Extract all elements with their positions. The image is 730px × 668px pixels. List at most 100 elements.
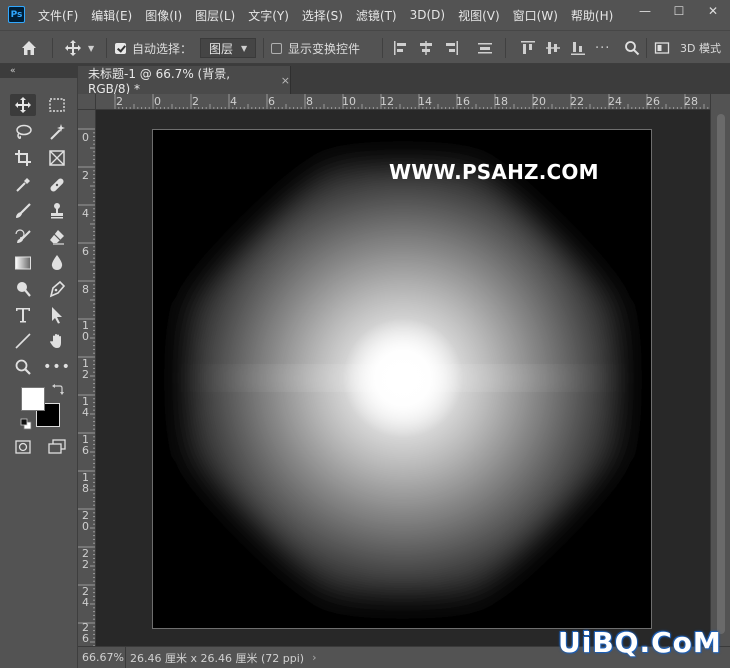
brush-tool[interactable] — [10, 200, 36, 222]
scrollbar-thumb[interactable] — [717, 114, 725, 634]
menu-file[interactable]: 文件(F) — [38, 7, 78, 24]
menu-3d[interactable]: 3D(D) — [410, 8, 445, 22]
search-button[interactable] — [624, 31, 640, 65]
frame-icon — [49, 150, 65, 166]
bandage-icon — [50, 178, 64, 192]
options-divider — [646, 38, 647, 58]
move-tool[interactable] — [10, 94, 36, 116]
lasso-tool[interactable] — [10, 121, 36, 143]
options-divider — [106, 38, 107, 58]
ruler-label: 2 6 — [82, 621, 89, 645]
ruler-label: 18 — [494, 95, 508, 108]
menu-help[interactable]: 帮助(H) — [571, 7, 613, 24]
zoom-tool[interactable] — [10, 356, 36, 378]
document-tab[interactable]: 未标题-1 @ 66.7% (背景, RGB/8) * × — [78, 66, 291, 96]
auto-select-target-dropdown[interactable]: 图层 ▼ — [200, 31, 257, 65]
canvas-workspace[interactable]: WWW.PSAHZ.COM — [96, 110, 710, 646]
more-align-button[interactable]: ··· — [595, 31, 610, 65]
type-tool[interactable] — [10, 304, 36, 326]
clone-stamp-tool[interactable] — [44, 200, 70, 222]
align-left-button[interactable] — [393, 31, 409, 65]
default-colors-icon[interactable] — [20, 418, 32, 433]
distribute-button[interactable] — [477, 31, 493, 65]
octagon-gradient-image — [183, 160, 623, 600]
menu-filter[interactable]: 滤镜(T) — [356, 7, 397, 24]
dodge-icon — [17, 282, 31, 297]
home-button[interactable] — [20, 31, 38, 65]
minimize-button[interactable]: — — [628, 0, 662, 22]
hand-tool[interactable] — [44, 330, 70, 352]
tools-panel: ••• — [0, 78, 78, 668]
align-horizontal-center-icon — [420, 41, 432, 55]
gradient-tool[interactable] — [10, 252, 36, 274]
foreground-color-swatch[interactable] — [21, 387, 45, 411]
document-info: 26.46 厘米 x 26.46 厘米 (72 ppi) — [130, 651, 305, 665]
options-divider — [52, 38, 53, 58]
auto-select-checkbox[interactable] — [115, 42, 126, 54]
vertical-ruler[interactable]: 0 2 4 6 8 1 0 1 2 1 4 1 6 1 8 2 0 2 2 2 … — [78, 110, 96, 646]
document-canvas[interactable]: WWW.PSAHZ.COM — [152, 129, 652, 629]
menu-window[interactable]: 窗口(W) — [513, 7, 558, 24]
zoom-level-field[interactable]: 66.67% — [78, 647, 126, 668]
history-brush-icon — [15, 229, 31, 243]
align-right-button[interactable] — [443, 31, 459, 65]
ruler-label: 6 — [82, 245, 89, 258]
align-top-button[interactable] — [520, 31, 536, 65]
ruler-label: 28 — [684, 95, 698, 108]
window-controls: — ☐ ✕ — [628, 0, 730, 22]
line-tool[interactable] — [10, 330, 36, 352]
path-selection-tool[interactable] — [44, 304, 70, 326]
close-tab-icon[interactable]: × — [281, 74, 290, 87]
align-bottom-button[interactable] — [570, 31, 586, 65]
eraser-tool[interactable] — [44, 226, 70, 248]
align-middle-button[interactable] — [545, 31, 561, 65]
menu-type[interactable]: 文字(Y) — [248, 7, 289, 24]
menu-image[interactable]: 图像(I) — [145, 7, 182, 24]
ruler-label: 2 2 — [82, 547, 89, 571]
magic-wand-tool[interactable] — [44, 121, 70, 143]
swap-colors-icon[interactable] — [52, 383, 64, 398]
3d-mode-button[interactable]: 3D 模式 — [680, 31, 721, 65]
ruler-label: 0 — [154, 95, 161, 108]
panel-collapse-toggle[interactable]: « — [0, 64, 78, 78]
healing-brush-tool[interactable] — [44, 174, 70, 196]
align-center-button[interactable] — [418, 31, 434, 65]
ruler-label: 1 8 — [82, 471, 89, 495]
workspace-icon — [654, 42, 670, 54]
menu-select[interactable]: 选择(S) — [302, 7, 343, 24]
arrow-cursor-icon — [52, 307, 62, 324]
site-logo: UiBQ.CoM — [558, 626, 722, 659]
blur-tool[interactable] — [44, 252, 70, 274]
history-brush-tool[interactable] — [10, 226, 36, 248]
menu-edit[interactable]: 编辑(E) — [91, 7, 132, 24]
crop-tool[interactable] — [10, 147, 36, 169]
vertical-scrollbar[interactable] — [710, 94, 730, 646]
dodge-tool[interactable] — [10, 278, 36, 300]
ruler-label: 4 — [230, 95, 237, 108]
workspace-switcher-button[interactable] — [654, 31, 670, 65]
eyedropper-tool[interactable] — [10, 174, 36, 196]
marquee-tool[interactable] — [44, 94, 70, 116]
photoshop-logo: Ps — [8, 6, 25, 23]
ruler-corner[interactable] — [78, 94, 96, 110]
eraser-icon — [50, 230, 64, 245]
close-button[interactable]: ✕ — [696, 0, 730, 22]
screen-mode-icon — [48, 439, 66, 454]
show-transform-checkbox[interactable] — [271, 42, 282, 54]
move-tool-preset[interactable]: ▼ — [64, 31, 94, 65]
ruler-label: 22 — [570, 95, 584, 108]
quick-mask-button[interactable] — [10, 436, 36, 458]
pen-tool[interactable] — [44, 278, 70, 300]
frame-tool[interactable] — [44, 147, 70, 169]
align-top-icon — [521, 41, 535, 54]
show-transform-option[interactable]: 显示变换控件 — [271, 31, 360, 65]
status-menu-chevron[interactable]: › — [312, 651, 316, 664]
horizontal-ruler[interactable]: 2 0 2 4 6 8 10 12 14 16 18 20 22 24 26 2… — [96, 94, 710, 110]
screen-mode-button[interactable] — [44, 436, 70, 458]
more-tools-button[interactable]: ••• — [43, 356, 70, 378]
menu-view[interactable]: 视图(V) — [458, 7, 500, 24]
menu-layer[interactable]: 图层(L) — [195, 7, 235, 24]
auto-select-option[interactable]: 自动选择： — [115, 31, 192, 65]
maximize-button[interactable]: ☐ — [662, 0, 696, 22]
line-icon — [15, 333, 31, 349]
